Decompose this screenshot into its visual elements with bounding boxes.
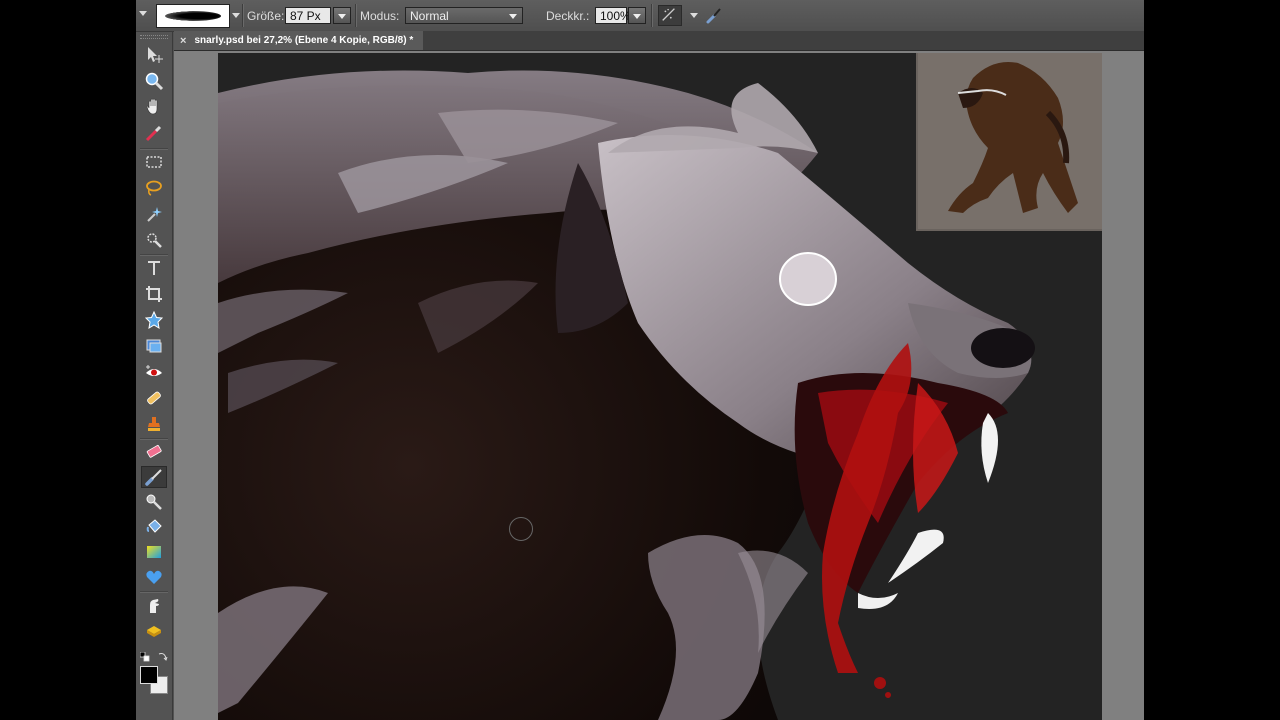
eyedropper-tool-icon	[145, 125, 162, 142]
recompose-tool[interactable]	[141, 335, 167, 357]
brush-preset-preview[interactable]	[156, 4, 230, 28]
airbrush-icon	[662, 8, 675, 21]
smudge-tool-icon	[150, 599, 159, 613]
crop-tool-icon	[146, 286, 162, 302]
airbrush-toggle-button[interactable]	[658, 5, 682, 26]
magic-wand-tool-icon	[147, 207, 162, 222]
recompose-tool-icon	[146, 339, 162, 353]
brush-settings-icon	[706, 8, 721, 24]
gradient-tool[interactable]	[141, 541, 167, 563]
crop-tool[interactable]	[141, 283, 167, 305]
healing-brush-tool[interactable]	[141, 387, 167, 409]
magic-wand-tool[interactable]	[141, 203, 167, 225]
type-tool[interactable]	[141, 257, 167, 279]
default-colors-icon	[139, 651, 150, 662]
move-tool-icon	[148, 47, 163, 63]
lasso-tool-icon	[146, 180, 162, 196]
eyedropper-tool[interactable]	[141, 122, 167, 144]
type-tool-icon	[148, 261, 160, 275]
healing-brush-tool-icon	[147, 391, 161, 405]
brush-picker-caret[interactable]	[232, 13, 240, 18]
quick-selection-tool-icon	[147, 233, 162, 248]
brush-cursor	[509, 517, 533, 541]
panel-grip[interactable]	[140, 35, 168, 39]
opacity-dropdown-button[interactable]	[628, 7, 646, 24]
move-tool[interactable]	[141, 44, 167, 66]
smart-brush-tool-icon	[146, 494, 162, 510]
tool-preset-picker-caret[interactable]	[139, 11, 147, 16]
red-eye-tool[interactable]	[141, 361, 167, 383]
werewolf-reference-thumbnail	[918, 53, 1102, 229]
eraser-tool[interactable]	[141, 441, 167, 463]
swap-colors-button[interactable]	[158, 648, 168, 661]
document-tab-bar: × snarly.psd bei 27,2% (Ebene 4 Kopie, R…	[174, 31, 1144, 51]
marquee-tool-icon	[146, 156, 162, 168]
cookie-cutter-tool-icon	[144, 310, 164, 329]
photoshop-elements-window: Größe: 87 Px Modus: Normal Deckkr.: 100%	[136, 0, 1144, 720]
canvas-workspace[interactable]	[174, 51, 1144, 720]
tools-panel	[136, 32, 173, 720]
eraser-tool-icon	[146, 445, 162, 458]
document-tab[interactable]: × snarly.psd bei 27,2% (Ebene 4 Kopie, R…	[174, 31, 424, 50]
red-eye-tool-icon	[146, 365, 162, 376]
paint-bucket-tool-icon	[146, 519, 162, 533]
opacity-field[interactable]: 100%	[595, 7, 631, 24]
zoom-tool[interactable]	[141, 70, 167, 92]
hand-tool-icon	[146, 98, 158, 115]
size-field[interactable]: 87 Px	[285, 7, 331, 24]
document-canvas[interactable]	[218, 53, 1102, 720]
zoom-tool-icon	[145, 72, 164, 91]
tool-options-bar: Größe: 87 Px Modus: Normal Deckkr.: 100%	[136, 0, 1144, 32]
default-colors-button[interactable]	[139, 649, 150, 662]
document-tab-title: snarly.psd bei 27,2% (Ebene 4 Kopie, RGB…	[194, 35, 414, 46]
foreground-color-swatch[interactable]	[140, 666, 158, 684]
custom-shape-tool[interactable]	[141, 566, 167, 588]
lasso-tool[interactable]	[141, 177, 167, 199]
brush-settings-button[interactable]	[704, 5, 728, 26]
size-dropdown-button[interactable]	[333, 7, 351, 24]
sponge-tool[interactable]	[141, 620, 167, 642]
cookie-cutter-tool[interactable]	[141, 309, 167, 331]
mode-label: Modus:	[360, 8, 400, 23]
quick-selection-tool[interactable]	[141, 229, 167, 251]
clone-stamp-tool-icon	[148, 417, 160, 431]
smart-brush-tool[interactable]	[141, 491, 167, 513]
brush-tool[interactable]	[141, 466, 167, 488]
sponge-tool-icon	[147, 626, 161, 637]
swap-colors-icon	[158, 653, 168, 661]
hand-tool[interactable]	[141, 96, 167, 118]
gradient-tool-icon	[147, 546, 161, 558]
opacity-label: Deckkr.:	[546, 8, 590, 23]
brush-tool-icon	[145, 469, 162, 486]
marquee-tool[interactable]	[141, 151, 167, 173]
mode-value: Normal	[410, 9, 449, 23]
size-label: Größe:	[247, 8, 285, 23]
mode-select[interactable]: Normal	[405, 7, 523, 24]
paint-bucket-tool[interactable]	[141, 516, 167, 538]
smudge-tool[interactable]	[141, 595, 167, 617]
clone-stamp-tool[interactable]	[141, 413, 167, 435]
close-document-icon[interactable]: ×	[180, 35, 186, 47]
custom-shape-tool-icon	[146, 570, 162, 584]
tablet-settings-caret[interactable]	[690, 13, 698, 18]
reference-image[interactable]	[916, 53, 1102, 231]
